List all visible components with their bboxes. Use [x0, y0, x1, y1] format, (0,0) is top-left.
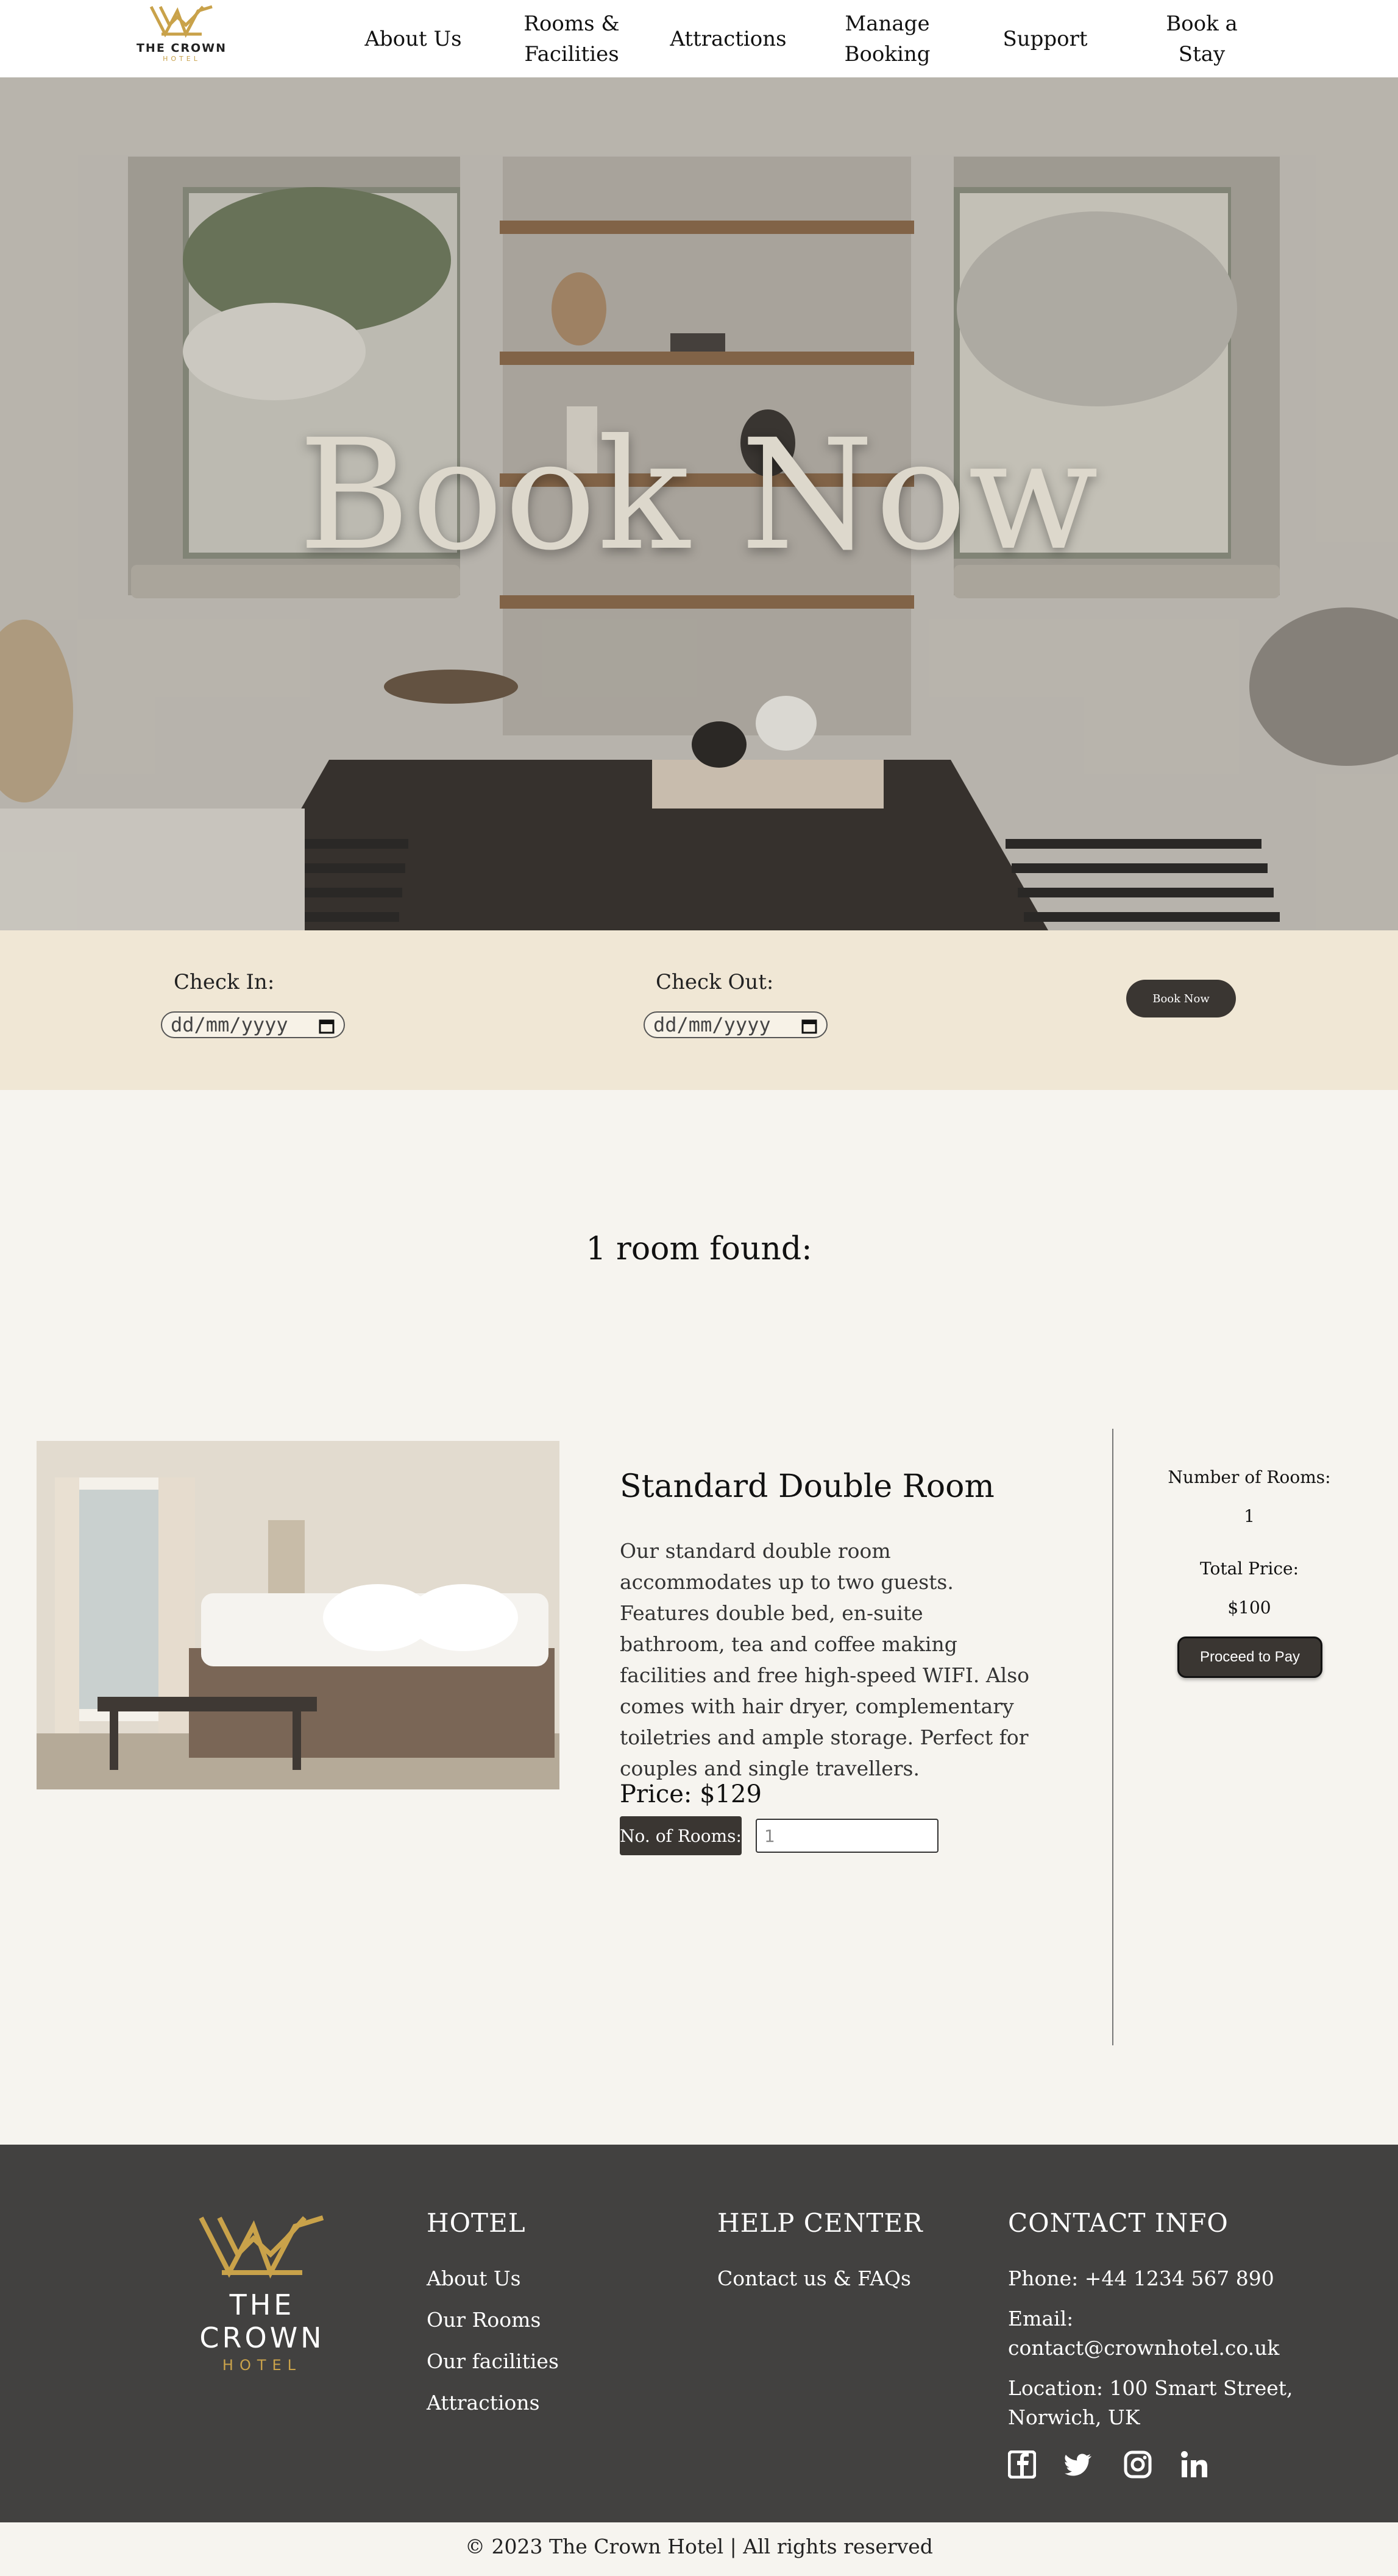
number-of-rooms-input[interactable]: 1 [756, 1819, 939, 1853]
footer-hotel-heading: HOTEL [427, 2208, 526, 2238]
nav-attractions[interactable]: Attractions [670, 0, 786, 77]
hotel-logo[interactable]: THE CROWN HOTEL [133, 4, 230, 72]
hero-banner: Book Now [0, 77, 1398, 930]
room-title: Standard Double Room [620, 1468, 995, 1505]
twitter-icon[interactable] [1065, 2450, 1093, 2479]
crown-icon [199, 2215, 324, 2279]
instagram-icon[interactable] [1124, 2450, 1152, 2479]
room-image [37, 1441, 559, 1789]
nav-support[interactable]: Support [987, 0, 1103, 77]
checkout-label: Check Out: [656, 970, 774, 994]
calendar-icon[interactable] [318, 1016, 335, 1034]
logo-text: THE CROWN [136, 41, 227, 55]
summary-rooms-value: 1 [1244, 1506, 1255, 1526]
nav-about-us[interactable]: About Us [355, 0, 471, 77]
top-navigation: THE CROWN HOTEL About Us Rooms & Facilit… [0, 0, 1398, 77]
room-description: Our standard double room accommodates up… [620, 1539, 1030, 1780]
footer-email-label: Email: [1008, 2307, 1074, 2330]
rooms-found-heading: 1 room found: [586, 1231, 812, 1267]
divider [1112, 1429, 1113, 2045]
nav-book-a-stay[interactable]: Book a Stay [1140, 0, 1264, 77]
calendar-icon[interactable] [801, 1016, 818, 1034]
nav-rooms-facilities[interactable]: Rooms & Facilities [511, 0, 633, 77]
footer: THE CROWN HOTEL HOTEL About Us Our Rooms… [0, 2145, 1398, 2522]
footer-contact-heading: CONTACT INFO [1008, 2208, 1229, 2238]
footer-location-line1: Location: 100 Smart Street, [1008, 2376, 1293, 2400]
summary-rooms-label: Number of Rooms: [1168, 1467, 1331, 1487]
facebook-icon[interactable] [1007, 2450, 1037, 2479]
copyright-text: © 2023 The Crown Hotel | All rights rese… [465, 2535, 933, 2558]
linkedin-icon[interactable] [1180, 2450, 1208, 2479]
footer-logo[interactable]: THE CROWN HOTEL [165, 2212, 360, 2374]
proceed-to-pay-button[interactable]: Proceed to Pay [1177, 1637, 1322, 1678]
footer-location-line2: Norwich, UK [1008, 2405, 1140, 2429]
footer-link-contact-faqs[interactable]: Contact us & FAQs [717, 2264, 911, 2293]
nav-manage-booking[interactable]: Manage Booking [826, 0, 948, 77]
crown-icon [149, 5, 213, 38]
checkout-date-input[interactable]: dd/mm/yyyy [644, 1011, 828, 1038]
summary-total-value: $100 [1227, 1598, 1271, 1618]
logo-subtext: HOTEL [163, 55, 200, 63]
number-of-rooms-label: No. of Rooms: [620, 1816, 742, 1855]
checkin-label: Check In: [174, 970, 275, 994]
footer-email[interactable]: contact@crownhotel.co.uk [1008, 2334, 1279, 2363]
hero-title: Book Now [298, 406, 1100, 584]
footer-link-attractions[interactable]: Attractions [427, 2388, 540, 2418]
book-now-button[interactable]: Book Now [1126, 980, 1236, 1017]
footer-link-our-rooms[interactable]: Our Rooms [427, 2305, 541, 2335]
room-price: Price: $129 [620, 1780, 762, 1808]
footer-help-heading: HELP CENTER [717, 2208, 923, 2238]
footer-phone: Phone: +44 1234 567 890 [1008, 2266, 1274, 2290]
footer-link-our-facilities[interactable]: Our facilities [427, 2347, 559, 2376]
footer-link-about-us[interactable]: About Us [427, 2264, 521, 2293]
checkin-date-input[interactable]: dd/mm/yyyy [161, 1011, 345, 1038]
footer-logo-text: THE CROWN [199, 2288, 325, 2354]
footer-logo-subtext: HOTEL [222, 2357, 302, 2374]
summary-total-label: Total Price: [1199, 1559, 1299, 1579]
